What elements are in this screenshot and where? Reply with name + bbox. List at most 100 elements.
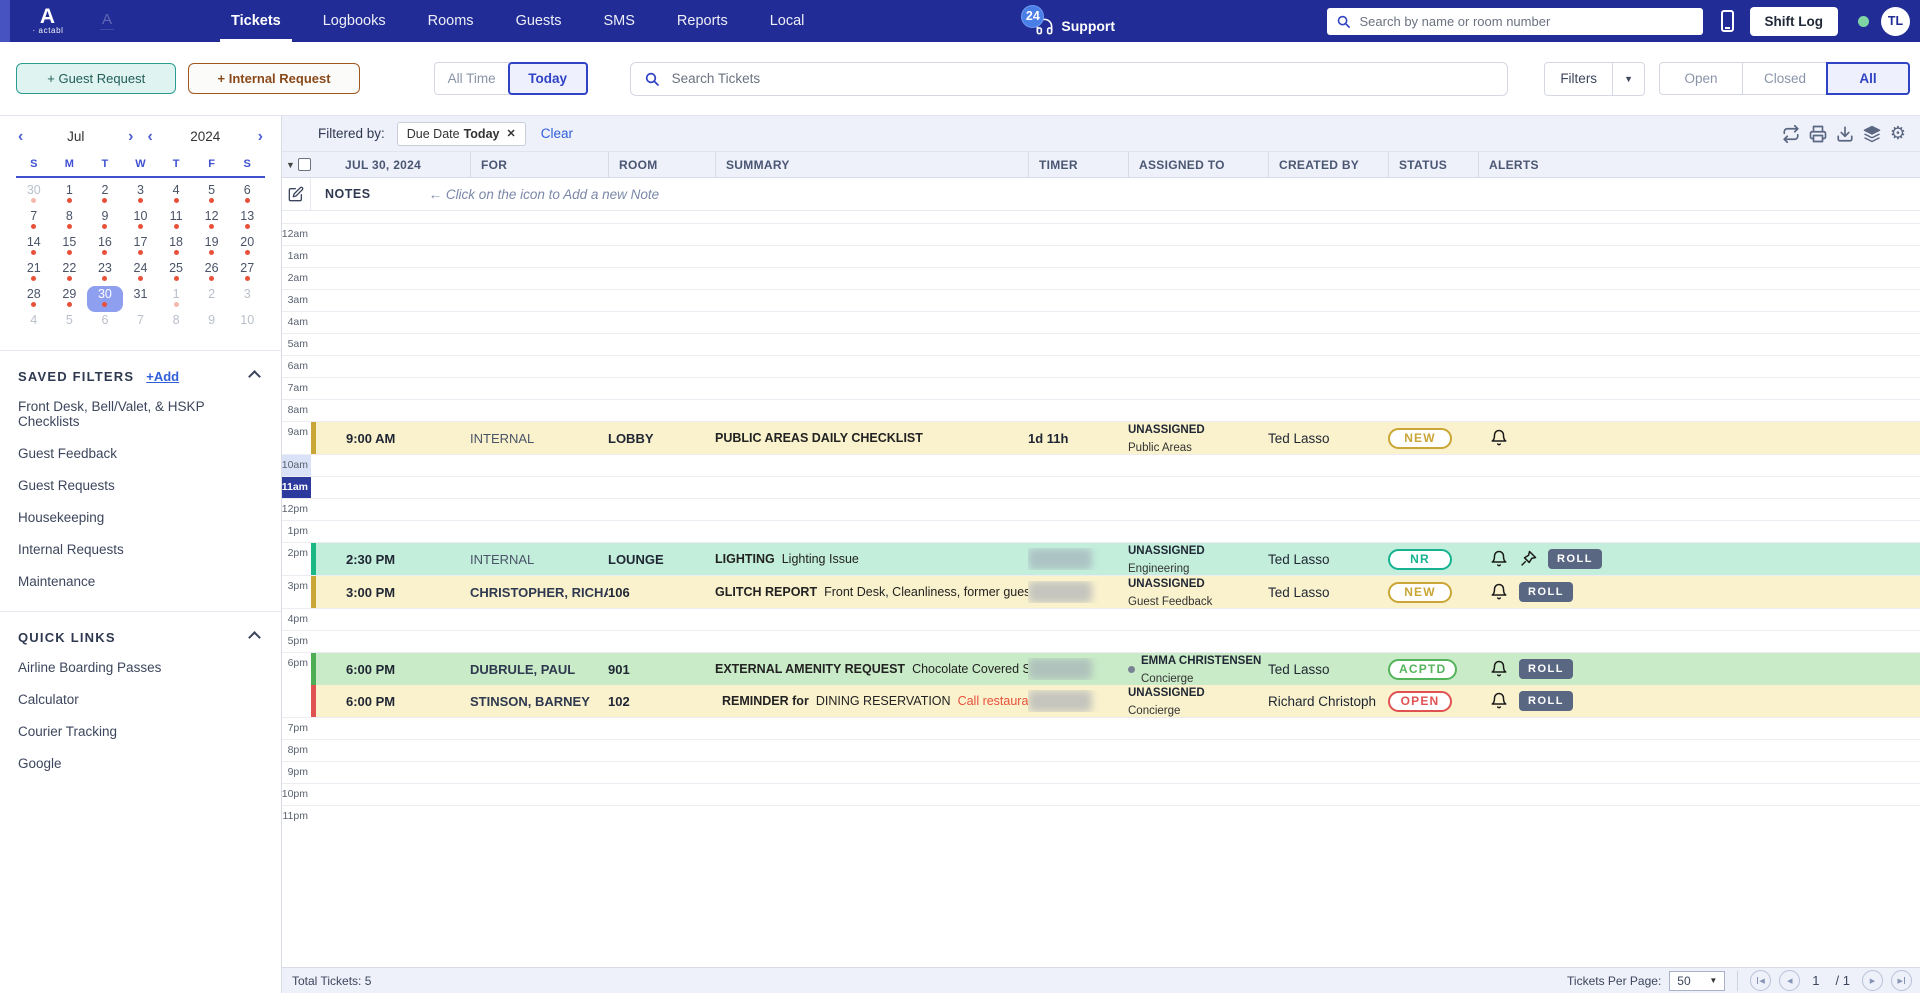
mobile-phone-icon[interactable]: [1720, 10, 1734, 32]
shift-log-button[interactable]: Shift Log: [1749, 6, 1838, 36]
quick-link-item[interactable]: Airline Boarding Passes: [18, 651, 263, 683]
add-internal-request-button[interactable]: + Internal Request: [188, 63, 360, 94]
filters-button[interactable]: Filters ▼: [1544, 61, 1645, 96]
calendar-date[interactable]: 1: [158, 286, 194, 312]
chevron-left-icon[interactable]: ‹: [18, 128, 23, 144]
calendar-date[interactable]: 30: [16, 182, 52, 208]
calendar-date[interactable]: 19: [194, 234, 230, 260]
add-guest-request-button[interactable]: + Guest Request: [16, 63, 177, 94]
saved-filter-item[interactable]: Internal Requests: [18, 533, 263, 565]
calendar-date[interactable]: 3: [229, 286, 265, 312]
calendar-date[interactable]: 7: [16, 208, 52, 234]
calendar-date[interactable]: 1: [52, 182, 88, 208]
roll-badge[interactable]: ROLL: [1519, 659, 1573, 679]
roll-badge[interactable]: ROLL: [1548, 549, 1602, 569]
chevron-down-icon[interactable]: ▼: [1613, 63, 1644, 95]
calendar-date[interactable]: 8: [52, 208, 88, 234]
saved-filter-item[interactable]: Maintenance: [18, 565, 263, 597]
calendar-date[interactable]: 5: [194, 182, 230, 208]
column-header-summary[interactable]: SUMMARY: [715, 152, 1028, 177]
toggle-closed[interactable]: Closed: [1741, 62, 1828, 95]
calendar-date[interactable]: 28: [16, 286, 52, 312]
saved-filter-item[interactable]: Housekeeping: [18, 501, 263, 533]
calendar-date[interactable]: 15: [52, 234, 88, 260]
calendar-date[interactable]: 11: [158, 208, 194, 234]
user-avatar[interactable]: TL: [1881, 6, 1910, 36]
prev-page-button[interactable]: ◀: [1779, 970, 1801, 991]
layers-icon[interactable]: [1863, 125, 1881, 143]
calendar-date[interactable]: 9: [87, 208, 123, 234]
calendar-date[interactable]: 23: [87, 260, 123, 286]
chevron-right-icon[interactable]: ›: [258, 128, 263, 144]
ticket-row[interactable]: 2:30 PM INTERNAL LOUNGE LIGHTING Lightin…: [311, 543, 1920, 575]
add-saved-filter-link[interactable]: +Add: [146, 369, 179, 384]
calendar-date[interactable]: 30: [87, 286, 123, 312]
ticket-search-input[interactable]: [669, 70, 1495, 87]
calendar-date[interactable]: 18: [158, 234, 194, 260]
chip-remove-icon[interactable]: ✕: [506, 127, 515, 140]
bell-icon[interactable]: [1490, 660, 1508, 678]
calendar-date[interactable]: 24: [123, 260, 159, 286]
column-header-assigned-to[interactable]: ASSIGNED TO: [1128, 152, 1268, 177]
column-header-for[interactable]: FOR: [470, 152, 608, 177]
calendar-date[interactable]: 9: [194, 312, 230, 338]
column-header-alerts[interactable]: ALERTS: [1478, 152, 1920, 177]
roll-badge[interactable]: ROLL: [1519, 582, 1573, 602]
calendar-date[interactable]: 8: [158, 312, 194, 338]
clear-filters-link[interactable]: Clear: [541, 126, 573, 141]
add-note-button[interactable]: [282, 178, 311, 210]
calendar-date[interactable]: 17: [123, 234, 159, 260]
column-header-timer[interactable]: TIMER: [1028, 152, 1128, 177]
roll-badge[interactable]: ROLL: [1519, 691, 1573, 711]
calendar-date[interactable]: 13: [229, 208, 265, 234]
expand-caret-icon[interactable]: ▼: [286, 160, 295, 170]
toggle-open[interactable]: Open: [1658, 62, 1743, 95]
quick-link-item[interactable]: Calculator: [18, 683, 263, 715]
per-page-select[interactable]: 50 ▼: [1669, 970, 1726, 991]
quick-link-item[interactable]: Courier Tracking: [18, 715, 263, 747]
saved-filter-item[interactable]: Guest Feedback: [18, 437, 263, 469]
pushpin-icon[interactable]: [1519, 550, 1537, 568]
global-search-input[interactable]: [1357, 12, 1694, 30]
ticket-row[interactable]: 6:00 PM STINSON, BARNEY 102 REMINDER for…: [311, 685, 1920, 717]
calendar-date[interactable]: 2: [194, 286, 230, 312]
nav-item-tickets[interactable]: Tickets: [210, 0, 302, 42]
calendar-date[interactable]: 31: [123, 286, 159, 312]
download-icon[interactable]: [1836, 125, 1854, 143]
calendar-date[interactable]: 6: [87, 312, 123, 338]
toggle-all[interactable]: All: [1825, 62, 1910, 95]
column-header-date[interactable]: JUL 30, 2024: [311, 152, 470, 177]
calendar-date[interactable]: 7: [123, 312, 159, 338]
calendar-date[interactable]: 27: [229, 260, 265, 286]
calendar-date[interactable]: 22: [52, 260, 88, 286]
calendar-date[interactable]: 3: [123, 182, 159, 208]
nav-item-local[interactable]: Local: [749, 0, 826, 42]
calendar-date[interactable]: 16: [87, 234, 123, 260]
bell-icon[interactable]: [1490, 692, 1508, 710]
collapse-chevron-icon[interactable]: [248, 631, 261, 644]
calendar-date[interactable]: 21: [16, 260, 52, 286]
settings-gear-icon[interactable]: ⚙: [1890, 124, 1906, 142]
print-icon[interactable]: [1809, 125, 1827, 143]
calendar-date[interactable]: 4: [16, 312, 52, 338]
saved-filter-item[interactable]: Front Desk, Bell/Valet, & HSKP Checklist…: [18, 390, 263, 437]
nav-item-reports[interactable]: Reports: [656, 0, 749, 42]
last-page-button[interactable]: ▶: [1891, 970, 1912, 991]
calendar-date[interactable]: 29: [52, 286, 88, 312]
bell-icon[interactable]: [1490, 550, 1508, 568]
toggle-today[interactable]: Today: [507, 62, 588, 95]
calendar-date[interactable]: 2: [87, 182, 123, 208]
ticket-row[interactable]: 6:00 PM DUBRULE, PAUL 901 EXTERNAL AMENI…: [311, 653, 1920, 685]
refresh-icon[interactable]: [1782, 124, 1800, 143]
nav-item-rooms[interactable]: Rooms: [407, 0, 495, 42]
calendar-date[interactable]: 10: [123, 208, 159, 234]
calendar-date[interactable]: 10: [229, 312, 265, 338]
quick-link-item[interactable]: Google: [18, 747, 263, 779]
chevron-left-icon[interactable]: ‹: [148, 128, 153, 144]
nav-item-logbooks[interactable]: Logbooks: [302, 0, 407, 42]
ticket-row[interactable]: 3:00 PM CHRISTOPHER, RICHARD 106 GLITCH …: [311, 576, 1920, 608]
support-button[interactable]: 24 Support: [1021, 4, 1115, 36]
nav-item-guests[interactable]: Guests: [495, 0, 583, 42]
brand-logo[interactable]: A · actabl: [22, 6, 74, 35]
calendar-date[interactable]: 25: [158, 260, 194, 286]
